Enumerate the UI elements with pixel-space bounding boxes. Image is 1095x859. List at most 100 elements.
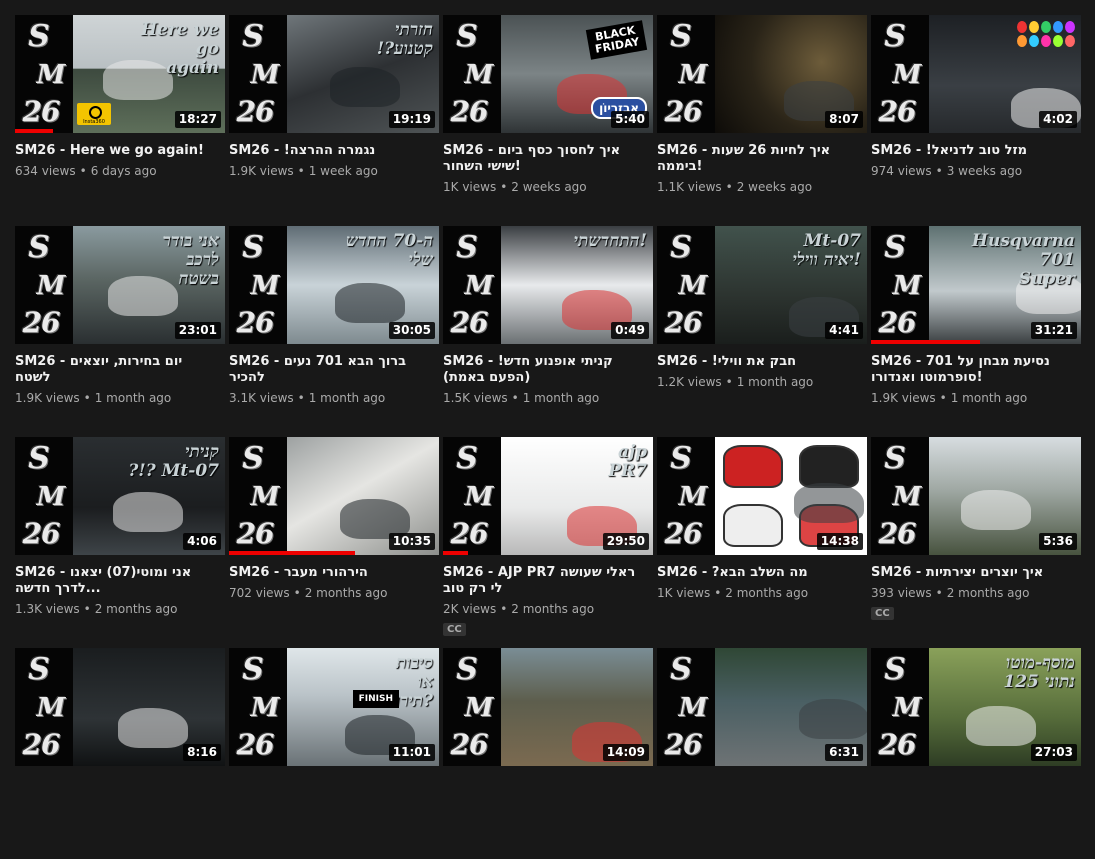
logo-letter: M	[892, 60, 922, 90]
logo-letter: S	[884, 441, 906, 476]
motorcycle-shape	[961, 490, 1031, 530]
video-title[interactable]: SM26 - ?מה השלב הבא	[657, 565, 857, 581]
video-title[interactable]: SM26 - קניתי אופנוע חדש! (הפעם באמת)	[443, 354, 643, 386]
view-count: 3.1K views	[229, 391, 294, 405]
video-card[interactable]: S M 26 אני בודר לרכב בשטח 23:01 SM26 - יום בח…	[15, 226, 225, 437]
video-title[interactable]: SM26 - איך לחסוך כסף ביום שישי השחור!	[443, 143, 643, 175]
video-card[interactable]: S M 26 חזרתי !?קטנוע 19:19 SM26 - !נגמרה ההרצ…	[229, 15, 439, 226]
video-card[interactable]: S M 26 6:31	[657, 648, 867, 859]
video-thumbnail[interactable]: S M 26 5:36	[871, 437, 1081, 555]
video-card[interactable]: S M 26 10:35 SM26 - הירהורי מעבר 702 views • 2 …	[229, 437, 439, 648]
video-title[interactable]: SM26 - נסיעת מבחן על 701 סופרמוטו ואנדור…	[871, 354, 1071, 386]
separator-dot: •	[935, 164, 943, 178]
logo-letter: 26	[878, 728, 917, 761]
channel-logo: S M 26	[871, 648, 929, 766]
video-thumbnail[interactable]: S M 26 8:16	[15, 648, 225, 766]
view-count: 1.1K views	[657, 180, 722, 194]
video-title[interactable]: SM26 - !נגמרה ההרצה	[229, 143, 429, 159]
video-metadata: 974 views • 3 weeks ago	[871, 164, 1081, 179]
logo-letter: M	[678, 482, 708, 512]
view-count: 393 views	[871, 586, 932, 600]
channel-logo: S M 26	[15, 226, 73, 344]
video-title[interactable]: SM26 - !מזל טוב לדניאל	[871, 143, 1071, 159]
video-thumbnail[interactable]: S M 26 6:31	[657, 648, 867, 766]
video-thumbnail[interactable]: S M 26 מוסף-מוטו 125 נתוני 27:03	[871, 648, 1081, 766]
video-title[interactable]: SM26 - !חבק את ווילי	[657, 354, 857, 370]
video-thumbnail[interactable]: S M 26 8:07	[657, 15, 867, 133]
video-thumbnail[interactable]: S M 26 10:35	[229, 437, 439, 555]
video-title[interactable]: SM26 - איך יוצרים יצירתיות	[871, 565, 1071, 581]
logo-letter: 26	[236, 517, 275, 550]
video-thumbnail[interactable]: S M 26 ajp PR7 29:50	[443, 437, 653, 555]
video-thumbnail[interactable]: S M 26 חזרתי !?קטנוע 19:19	[229, 15, 439, 133]
video-thumbnail[interactable]: S M 26 אני בודר לרכב בשטח 23:01	[15, 226, 225, 344]
video-card[interactable]: SM26סיבות או תירוצים?FINISH11:01	[229, 648, 439, 859]
channel-logo: S M 26	[229, 226, 287, 344]
video-card[interactable]: S M 26 Husqvarna 701 Super 31:21 SM26 - נסיעת…	[871, 226, 1081, 437]
view-count: 1.9K views	[871, 391, 936, 405]
video-card[interactable]: S M 26 14:38 SM26 - ?מה השלב הבא 1K views • 2 m…	[657, 437, 867, 648]
video-duration: 4:06	[183, 533, 221, 550]
video-card[interactable]: S M 26 ה-70 החדש שלי 30:05 SM26 - ברוך הבא 70…	[229, 226, 439, 437]
video-card[interactable]: S M 26 8:16	[15, 648, 225, 859]
logo-letter: 26	[22, 306, 61, 339]
logo-letter: 26	[664, 517, 703, 550]
video-card[interactable]: S M 26 קניתי ?!? Mt-07 4:06 SM26 - אני ומוטי(…	[15, 437, 225, 648]
watch-progress-bar	[15, 129, 53, 133]
video-thumbnail[interactable]: S M 26 4:02	[871, 15, 1081, 133]
video-duration: 10:35	[388, 533, 435, 550]
video-thumbnail[interactable]: S M 26 Husqvarna 701 Super 31:21	[871, 226, 1081, 344]
logo-letter: M	[678, 60, 708, 90]
video-metadata: 1.3K views • 2 months ago	[15, 602, 225, 617]
balloon-icon	[1029, 21, 1039, 33]
video-title[interactable]: SM26 - Here we go again!	[15, 143, 215, 159]
separator-dot: •	[725, 180, 733, 194]
logo-letter: S	[884, 230, 906, 265]
video-title[interactable]: SM26 - ברוך הבא 701 נעים להכיר	[229, 354, 429, 386]
video-thumbnail[interactable]: S M 26 14:09	[443, 648, 653, 766]
channel-logo: S M 26	[443, 15, 501, 133]
channel-logo: S M 26	[657, 437, 715, 555]
balloon-icon	[1065, 35, 1075, 47]
video-duration: 27:03	[1030, 744, 1077, 761]
video-title[interactable]: SM26 - הירהורי מעבר	[229, 565, 429, 581]
logo-letter: M	[892, 271, 922, 301]
video-card[interactable]: S M 26 מוסף-מוטו 125 נתוני 27:03	[871, 648, 1081, 859]
video-card[interactable]: S M 26 ajp PR7 29:50 SM26 - AJP PR7 ראלי שעוש…	[443, 437, 653, 648]
bike-photo	[723, 504, 783, 547]
video-card[interactable]: S M 26 התחדשתי! 0:49 SM26 - קניתי אופנוע חדש!…	[443, 226, 653, 437]
video-metadata: 1.9K views • 1 week ago	[229, 164, 439, 179]
video-card[interactable]: S M 26 5:36 SM26 - איך יוצרים יצירתיות 393 vi…	[871, 437, 1081, 648]
separator-dot: •	[939, 391, 947, 405]
video-title[interactable]: SM26 - איך לחיות 26 שעות ביממה!	[657, 143, 857, 175]
logo-letter: S	[670, 19, 692, 54]
video-card[interactable]: S M 26 Here we go again Insta360 18:27 SM26 - …	[15, 15, 225, 226]
video-thumbnail[interactable]: S M 26 BLACK FRIDAY אבזריוֹן 5:40	[443, 15, 653, 133]
video-title[interactable]: SM26 - AJP PR7 ראלי שעושה לי רק טוב	[443, 565, 643, 597]
video-title[interactable]: SM26 - יום בחירות, יוצאים לשטח	[15, 354, 215, 386]
video-title[interactable]: SM26 - אני ומוטי(07) יצאנו לדרך חדשה...	[15, 565, 215, 597]
view-count: 1K views	[443, 180, 497, 194]
video-thumbnail[interactable]: S M 26 Mt-07 יאיה ווילי! 4:41	[657, 226, 867, 344]
video-thumbnail[interactable]: S M 26 קניתי ?!? Mt-07 4:06	[15, 437, 225, 555]
video-card[interactable]: S M 26 4:02 SM26 - !מזל טוב לדניאל 974 views •…	[871, 15, 1081, 226]
video-card[interactable]: S M 26 Mt-07 יאיה ווילי! 4:41 SM26 - !חבק את …	[657, 226, 867, 437]
video-thumbnail[interactable]: SM26סיבות או תירוצים?FINISH11:01	[229, 648, 439, 766]
video-card[interactable]: S M 26 BLACK FRIDAY אבזריוֹן 5:40 SM26 - איך ל…	[443, 15, 653, 226]
video-thumbnail[interactable]: S M 26 14:38	[657, 437, 867, 555]
channel-logo: S M 26	[15, 15, 73, 133]
logo-letter: 26	[22, 728, 61, 761]
video-card[interactable]: S M 26 14:09	[443, 648, 653, 859]
motorcycle-shape	[335, 283, 405, 323]
logo-letter: 26	[236, 306, 275, 339]
video-thumbnail[interactable]: S M 26 התחדשתי! 0:49	[443, 226, 653, 344]
video-thumbnail[interactable]: S M 26 Here we go again Insta360 18:27	[15, 15, 225, 133]
balloon-icon	[1053, 21, 1063, 33]
separator-dot: •	[500, 602, 508, 616]
logo-letter: S	[884, 652, 906, 687]
motorcycle-shape	[794, 483, 864, 523]
video-card[interactable]: S M 26 8:07 SM26 - איך לחיות 26 שעות ביממה! 1…	[657, 15, 867, 226]
video-metadata: 1.2K views • 1 month ago	[657, 375, 867, 390]
video-thumbnail[interactable]: S M 26 ה-70 החדש שלי 30:05	[229, 226, 439, 344]
logo-letter: M	[678, 271, 708, 301]
